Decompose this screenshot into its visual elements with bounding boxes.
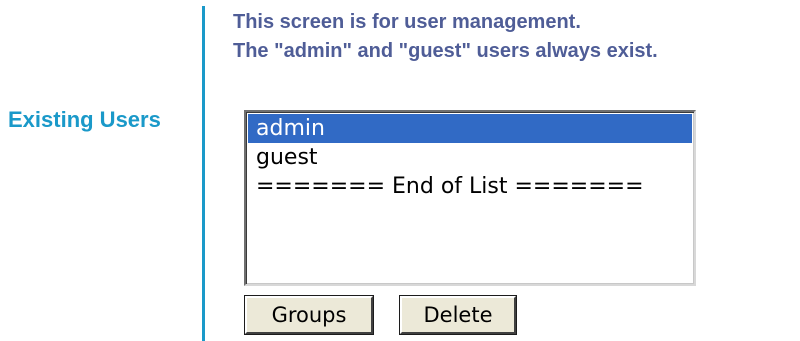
existing-users-listbox[interactable]: admin guest ======= End of List ======= xyxy=(244,110,696,286)
intro-text: This screen is for user management. The … xyxy=(233,8,658,66)
existing-users-label: Existing Users xyxy=(8,107,161,132)
user-option-admin[interactable]: admin xyxy=(248,114,692,143)
delete-button[interactable]: Delete xyxy=(400,296,516,334)
end-of-list-option[interactable]: ======= End of List ======= xyxy=(248,172,692,201)
intro-line-1: This screen is for user management. xyxy=(233,11,581,33)
intro-line-2: The "admin" and "guest" users always exi… xyxy=(233,40,658,62)
groups-button[interactable]: Groups xyxy=(245,296,373,334)
vertical-divider xyxy=(202,6,205,341)
user-option-guest[interactable]: guest xyxy=(248,143,692,172)
